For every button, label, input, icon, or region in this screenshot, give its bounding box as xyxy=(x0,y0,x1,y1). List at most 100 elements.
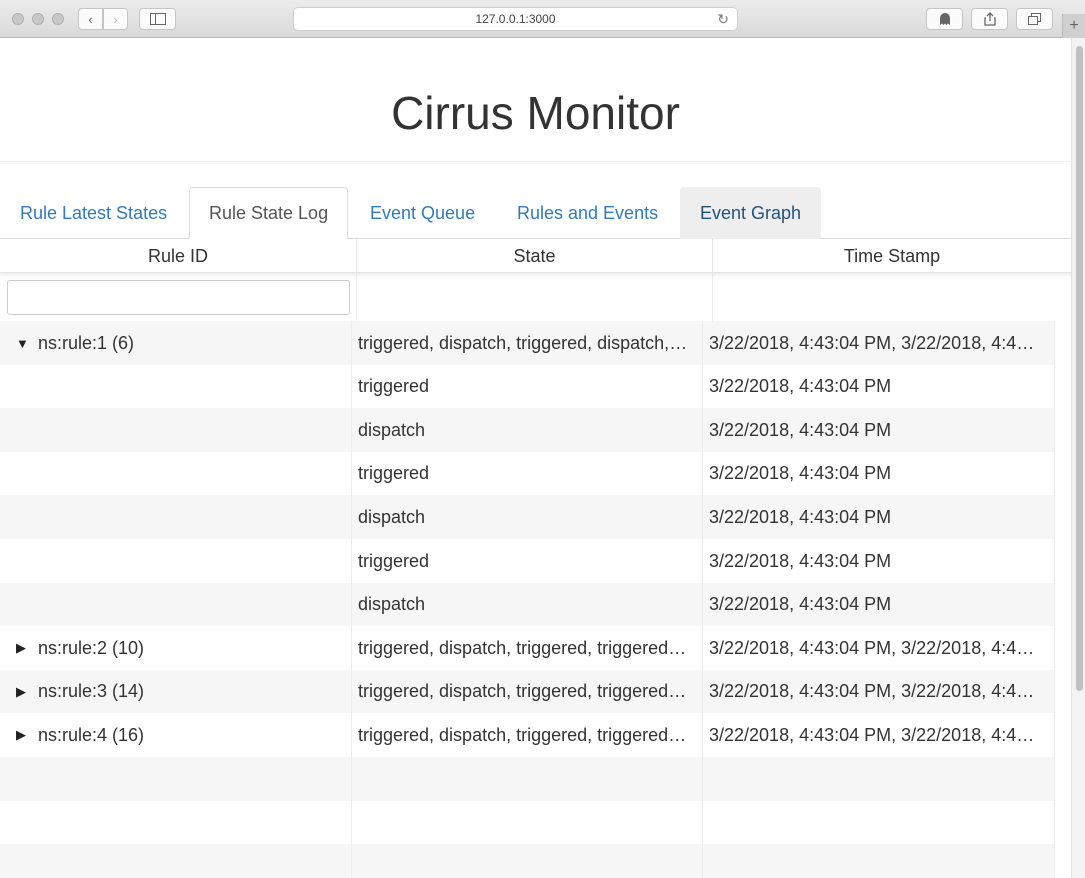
cell-state xyxy=(352,757,703,801)
state-text: triggered xyxy=(358,463,430,484)
cell-state: triggered, dispatch, triggered, triggere… xyxy=(352,713,703,758)
cell-rule-id xyxy=(0,800,352,845)
time-stamp-text: 3/22/2018, 4:43:04 PM xyxy=(709,550,892,571)
page-scrollbar[interactable] xyxy=(1071,38,1085,878)
cell-state: triggered xyxy=(352,451,703,496)
cell-rule-id xyxy=(0,539,352,583)
column-header-state[interactable]: State xyxy=(357,239,713,273)
cell-rule-id xyxy=(0,408,352,453)
filter-cell-time-stamp xyxy=(713,273,1071,321)
url-bar[interactable]: 127.0.0.1:3000 ↻ xyxy=(293,7,738,31)
expand-right-icon[interactable]: ▶ xyxy=(16,684,32,700)
browser-toolbar: ‹ › 127.0.0.1:3000 ↻ + xyxy=(0,0,1085,38)
rule-id-label: ns:rule:4 (16) xyxy=(38,724,145,745)
cell-state: triggered, dispatch, triggered, triggere… xyxy=(352,669,703,714)
cell-rule-id: ▶ ns:rule:3 (14) xyxy=(0,669,352,714)
cell-state: triggered, dispatch, triggered, dispatch… xyxy=(352,321,703,365)
cell-rule-id xyxy=(0,495,352,540)
table-row[interactable] xyxy=(0,800,1055,845)
cell-rule-id: ▶ ns:rule:4 (16) xyxy=(0,713,352,758)
state-text: dispatch xyxy=(358,506,426,527)
tab-rules-and-events[interactable]: Rules and Events xyxy=(497,187,678,239)
time-stamp-text: 3/22/2018, 4:43:04 PM, 3/22/2018, 4:43:0… xyxy=(709,724,1044,745)
cell-rule-id: ▶ ns:rule:2 (10) xyxy=(0,626,352,671)
close-window-icon[interactable] xyxy=(12,13,24,25)
cell-state: triggered xyxy=(352,364,703,409)
expand-down-icon[interactable]: ▼ xyxy=(16,336,32,351)
tab-event-graph[interactable]: Event Graph xyxy=(680,187,822,239)
zoom-window-icon[interactable] xyxy=(52,13,64,25)
cell-rule-id xyxy=(0,844,352,878)
cell-time-stamp: 3/22/2018, 4:43:04 PM xyxy=(703,539,1055,583)
time-stamp-text: 3/22/2018, 4:43:04 PM xyxy=(709,463,892,484)
table-row[interactable] xyxy=(0,757,1055,801)
cell-time-stamp: 3/22/2018, 4:43:04 PM xyxy=(703,495,1055,540)
table-row[interactable]: dispatch 3/22/2018, 4:43:04 PM xyxy=(0,408,1055,453)
time-stamp-text: 3/22/2018, 4:43:04 PM xyxy=(709,419,892,440)
reload-icon[interactable]: ↻ xyxy=(717,11,729,28)
tabs-overview-icon[interactable] xyxy=(1016,8,1053,30)
cell-state xyxy=(352,800,703,845)
group-row[interactable]: ▶ ns:rule:2 (10) triggered, dispatch, trig… xyxy=(0,626,1055,671)
state-text: triggered xyxy=(358,376,430,397)
group-row[interactable]: ▶ ns:rule:3 (14) triggered, dispatch, trig… xyxy=(0,669,1055,714)
tab-event-queue[interactable]: Event Queue xyxy=(350,187,495,239)
new-tab-icon[interactable]: + xyxy=(1062,14,1085,38)
cell-time-stamp: 3/22/2018, 4:43:04 PM, 3/22/2018, 4:43:0… xyxy=(703,713,1055,758)
table-row[interactable]: triggered 3/22/2018, 4:43:04 PM xyxy=(0,364,1055,409)
cell-time-stamp: 3/22/2018, 4:43:04 PM, 3/22/2018, 4:43:0… xyxy=(703,626,1055,671)
column-header-time-stamp[interactable]: Time Stamp xyxy=(713,239,1071,273)
expand-right-icon[interactable]: ▶ xyxy=(16,727,32,743)
url-text: 127.0.0.1:3000 xyxy=(475,12,556,26)
rule-id-filter-input[interactable] xyxy=(7,280,350,315)
title-divider xyxy=(0,161,1071,162)
cell-time-stamp: 3/22/2018, 4:43:04 PM xyxy=(703,451,1055,496)
rule-id-label: ns:rule:2 (10) xyxy=(38,637,145,658)
table-row[interactable]: triggered 3/22/2018, 4:43:04 PM xyxy=(0,539,1055,583)
cell-state: dispatch xyxy=(352,582,703,627)
back-icon[interactable]: ‹ xyxy=(78,8,103,30)
cell-rule-id: ▼ ns:rule:1 (6) xyxy=(0,321,352,365)
time-stamp-text: 3/22/2018, 4:43:04 PM, 3/22/2018, 4:43:0… xyxy=(709,332,1044,353)
cell-state: triggered xyxy=(352,539,703,583)
cell-state xyxy=(352,844,703,878)
cell-time-stamp: 3/22/2018, 4:43:04 PM xyxy=(703,408,1055,453)
expand-right-icon[interactable]: ▶ xyxy=(16,640,32,656)
privacy-icon[interactable] xyxy=(926,8,963,30)
page-title: Cirrus Monitor xyxy=(391,87,680,139)
table-row[interactable]: dispatch 3/22/2018, 4:43:04 PM xyxy=(0,495,1055,540)
cell-time-stamp xyxy=(703,757,1055,801)
state-text: dispatch xyxy=(358,419,426,440)
group-row[interactable]: ▶ ns:rule:4 (16) triggered, dispatch, trig… xyxy=(0,713,1055,758)
filter-row xyxy=(0,273,1071,321)
cell-time-stamp: 3/22/2018, 4:43:04 PM, 3/22/2018, 4:43:0… xyxy=(703,669,1055,714)
sidebar-icon[interactable] xyxy=(139,8,176,30)
state-text: triggered, dispatch, triggered, dispatch… xyxy=(358,332,690,353)
cell-time-stamp xyxy=(703,800,1055,845)
cell-state: dispatch xyxy=(352,495,703,540)
table-row[interactable]: dispatch 3/22/2018, 4:43:04 PM xyxy=(0,582,1055,627)
time-stamp-text: 3/22/2018, 4:43:04 PM xyxy=(709,506,892,527)
state-text: triggered, dispatch, triggered, triggere… xyxy=(358,724,690,745)
cell-time-stamp: 3/22/2018, 4:43:04 PM xyxy=(703,582,1055,627)
share-icon[interactable] xyxy=(971,8,1008,30)
cell-rule-id xyxy=(0,364,352,409)
rule-id-label: ns:rule:1 (6) xyxy=(38,332,135,353)
page-content: Cirrus Monitor Rule Latest States Rule S… xyxy=(0,38,1071,878)
cell-time-stamp: 3/22/2018, 4:43:04 PM, 3/22/2018, 4:43:0… xyxy=(703,321,1055,365)
group-row[interactable]: ▼ ns:rule:1 (6) triggered, dispatch, trigg… xyxy=(0,321,1055,365)
cell-time-stamp xyxy=(703,844,1055,878)
filter-cell-rule-id xyxy=(0,273,357,321)
column-header-rule-id[interactable]: Rule ID xyxy=(0,239,357,273)
scrollbar-thumb[interactable] xyxy=(1076,46,1083,691)
time-stamp-text: 3/22/2018, 4:43:04 PM xyxy=(709,376,892,397)
state-text: triggered xyxy=(358,550,430,571)
table-row[interactable]: triggered 3/22/2018, 4:43:04 PM xyxy=(0,451,1055,496)
tab-rule-latest-states[interactable]: Rule Latest States xyxy=(0,187,187,239)
table-row[interactable] xyxy=(0,844,1055,878)
time-stamp-text: 3/22/2018, 4:43:04 PM, 3/22/2018, 4:43:0… xyxy=(709,681,1044,702)
tab-rule-state-log[interactable]: Rule State Log xyxy=(189,187,349,240)
minimize-window-icon[interactable] xyxy=(32,13,44,25)
forward-icon[interactable]: › xyxy=(103,8,128,30)
time-stamp-text: 3/22/2018, 4:43:04 PM xyxy=(709,594,892,615)
